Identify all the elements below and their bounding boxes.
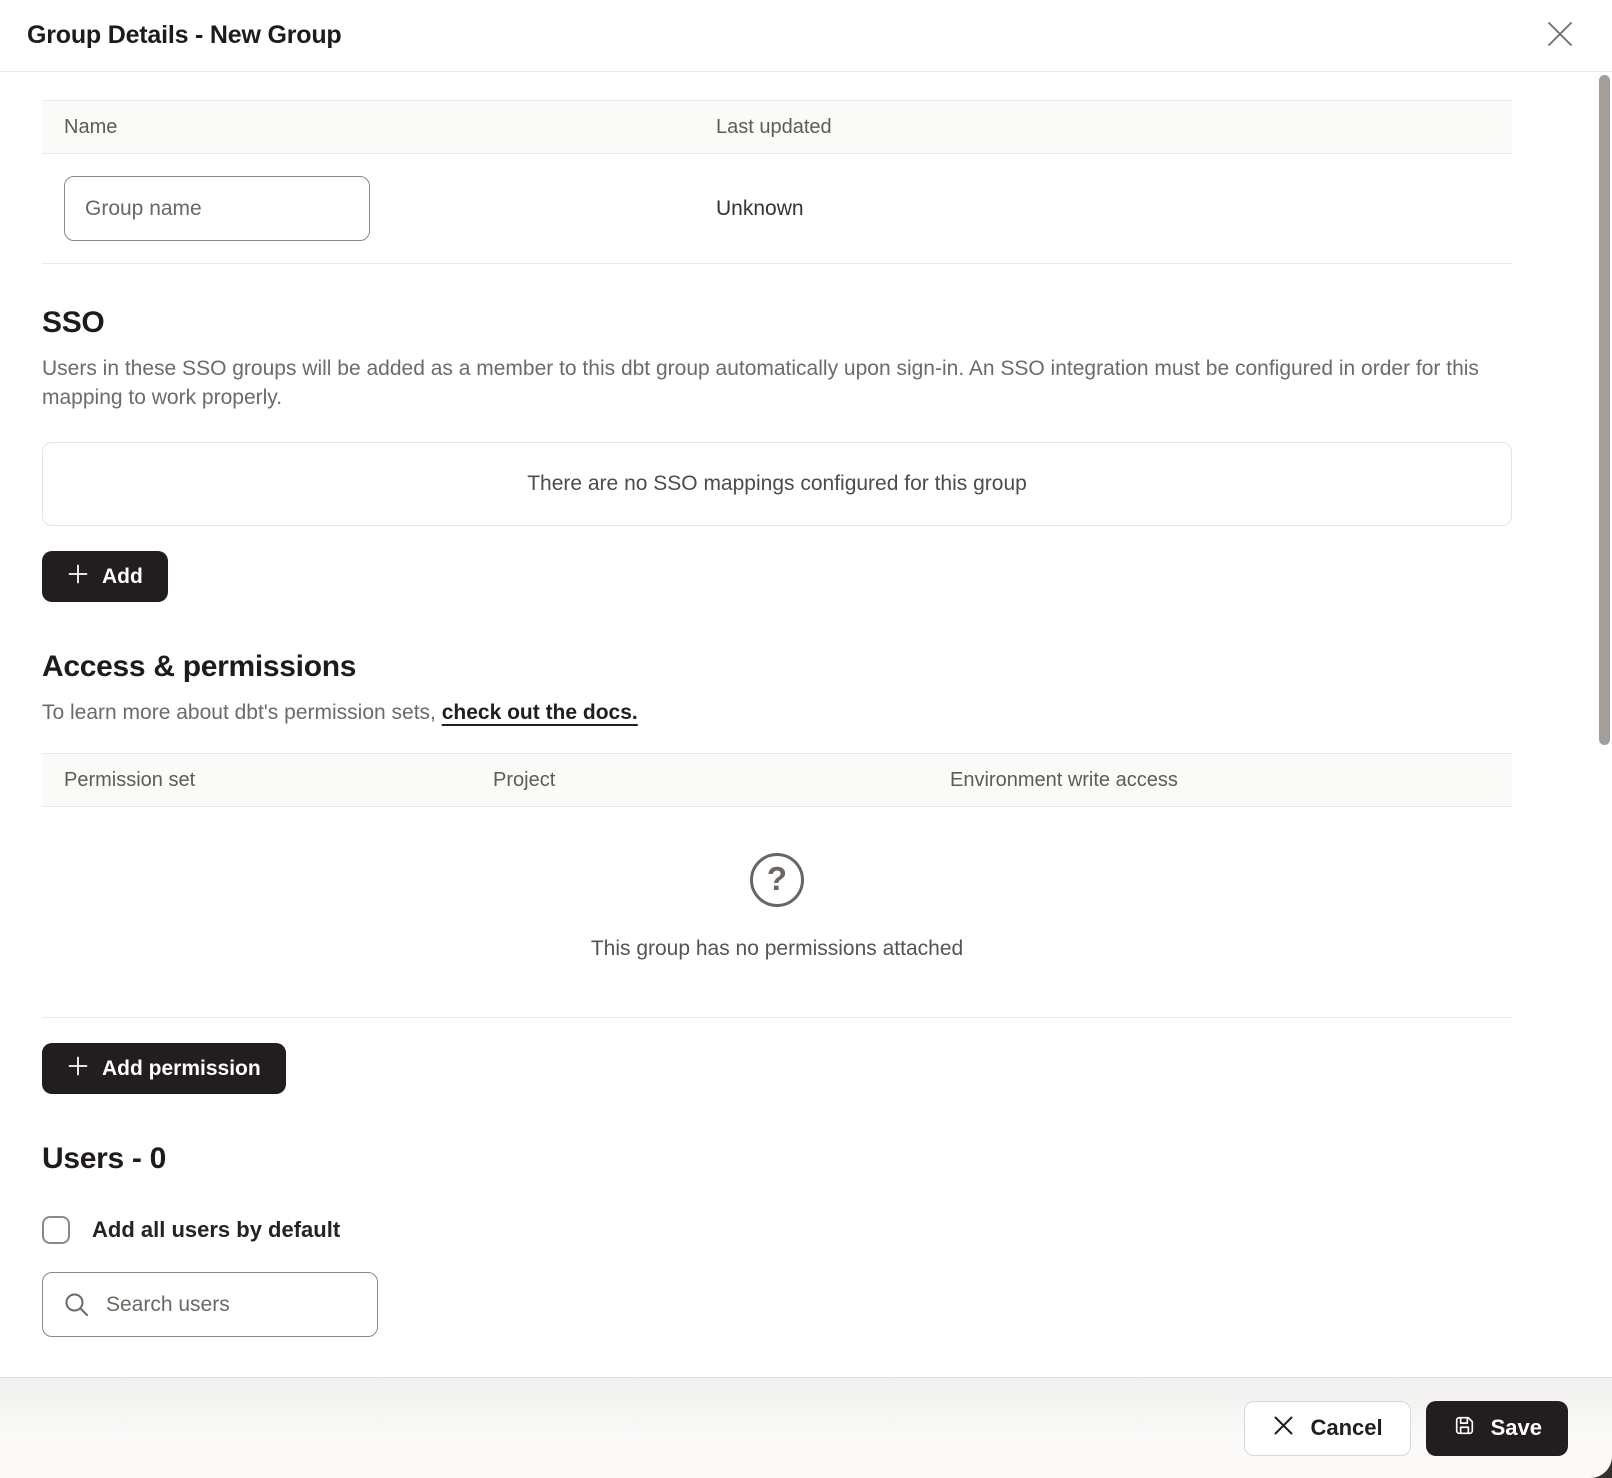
column-header-last-updated: Last updated [716, 116, 1490, 139]
add-all-users-row: Add all users by default [42, 1216, 1512, 1244]
dialog-title: Group Details - New Group [27, 21, 341, 50]
search-users-input[interactable] [42, 1272, 378, 1337]
save-floppy-icon [1452, 1413, 1477, 1444]
add-permission-button[interactable]: Add permission [42, 1043, 286, 1094]
column-header-project: Project [493, 769, 950, 792]
sso-heading: SSO [42, 306, 1512, 340]
users-heading: Users - 0 [42, 1142, 1512, 1176]
save-button[interactable]: Save [1426, 1401, 1568, 1456]
add-sso-mapping-label: Add [102, 565, 143, 589]
close-icon [1545, 19, 1575, 52]
plus-icon [67, 1055, 89, 1083]
permissions-description: To learn more about dbt's permission set… [42, 698, 1512, 727]
group-details-dialog: Group Details - New Group Name Last upda… [0, 0, 1612, 1478]
permissions-heading: Access & permissions [42, 650, 1512, 684]
add-permission-label: Add permission [102, 1057, 261, 1081]
dialog-header: Group Details - New Group [0, 0, 1612, 72]
question-mark-circle-icon: ? [750, 853, 804, 907]
column-header-permission-set: Permission set [64, 769, 493, 792]
last-updated-value: Unknown [716, 197, 1490, 221]
user-search [42, 1272, 378, 1337]
save-label: Save [1491, 1415, 1542, 1441]
docs-link[interactable]: check out the docs. [442, 701, 638, 724]
cancel-label: Cancel [1310, 1415, 1382, 1441]
column-header-name: Name [64, 116, 716, 139]
permissions-empty-state: ? This group has no permissions attached [42, 807, 1512, 1018]
dialog-footer: Cancel Save [0, 1377, 1612, 1478]
permissions-empty-message: This group has no permissions attached [42, 937, 1512, 961]
close-button[interactable] [1538, 14, 1582, 58]
cancel-button[interactable]: Cancel [1244, 1401, 1410, 1456]
column-header-environment-write-access: Environment write access [950, 769, 1490, 792]
add-all-users-label: Add all users by default [92, 1217, 340, 1243]
plus-icon [67, 563, 89, 591]
sso-empty-message: There are no SSO mappings configured for… [527, 472, 1027, 496]
cancel-x-icon [1272, 1414, 1295, 1443]
sso-description: Users in these SSO groups will be added … [42, 354, 1512, 412]
permissions-table: Permission set Project Environment write… [42, 753, 1512, 1018]
sso-empty-state: There are no SSO mappings configured for… [42, 442, 1512, 526]
vertical-scrollbar-thumb[interactable] [1599, 75, 1610, 745]
permissions-table-header: Permission set Project Environment write… [42, 753, 1512, 807]
group-table-row: Unknown [42, 154, 1512, 264]
add-sso-mapping-button[interactable]: Add [42, 551, 168, 602]
group-name-input[interactable] [64, 176, 370, 241]
add-all-users-checkbox[interactable] [42, 1216, 70, 1244]
dialog-content: Name Last updated Unknown SSO Users in t… [0, 72, 1612, 1337]
group-table-header: Name Last updated [42, 100, 1512, 154]
